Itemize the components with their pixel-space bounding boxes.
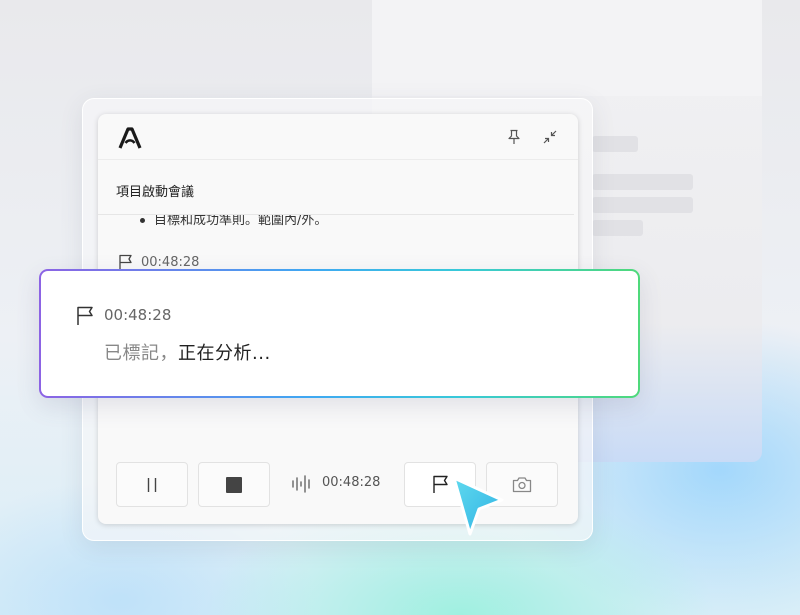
stop-button[interactable] — [198, 462, 270, 507]
pin-button[interactable] — [503, 126, 525, 148]
background-window-strip — [372, 0, 762, 96]
flag-notification-body: 00:48:28 已標記，正在分析... — [41, 271, 638, 396]
transcript-bullet: 目標和成功準則。範圍內/外。 — [139, 215, 327, 228]
cursor-arrow-icon — [452, 476, 504, 536]
waveform-icon — [292, 475, 310, 493]
background-placeholder-line — [592, 197, 693, 213]
background-placeholder-line — [592, 220, 643, 236]
notification-timestamp: 00:48:28 — [104, 306, 172, 324]
pin-icon — [508, 129, 520, 144]
stop-icon — [226, 476, 242, 493]
camera-icon — [512, 477, 532, 493]
flag-timestamp: 00:48:28 — [141, 255, 200, 270]
pause-button[interactable] — [116, 462, 188, 507]
meeting-title: 項目啟動會議 — [116, 185, 195, 200]
notification-message-action: 正在分析... — [178, 343, 271, 364]
flag-icon — [77, 306, 93, 325]
notification-message: 已標記，正在分析... — [104, 339, 271, 365]
background-placeholder-line — [592, 174, 693, 190]
notification-message-status: 已標記， — [104, 343, 178, 364]
flag-notification: 00:48:28 已標記，正在分析... — [39, 269, 640, 398]
app-logo-icon — [118, 127, 142, 149]
transcript-area: 目標和成功準則。範圍內/外。 — [98, 215, 578, 235]
recording-time: 00:48:28 — [322, 475, 381, 490]
pause-icon — [147, 477, 157, 492]
background-placeholder-line — [592, 136, 638, 152]
collapse-icon — [543, 130, 557, 144]
panel-header — [98, 114, 578, 160]
collapse-button[interactable] — [539, 126, 561, 148]
